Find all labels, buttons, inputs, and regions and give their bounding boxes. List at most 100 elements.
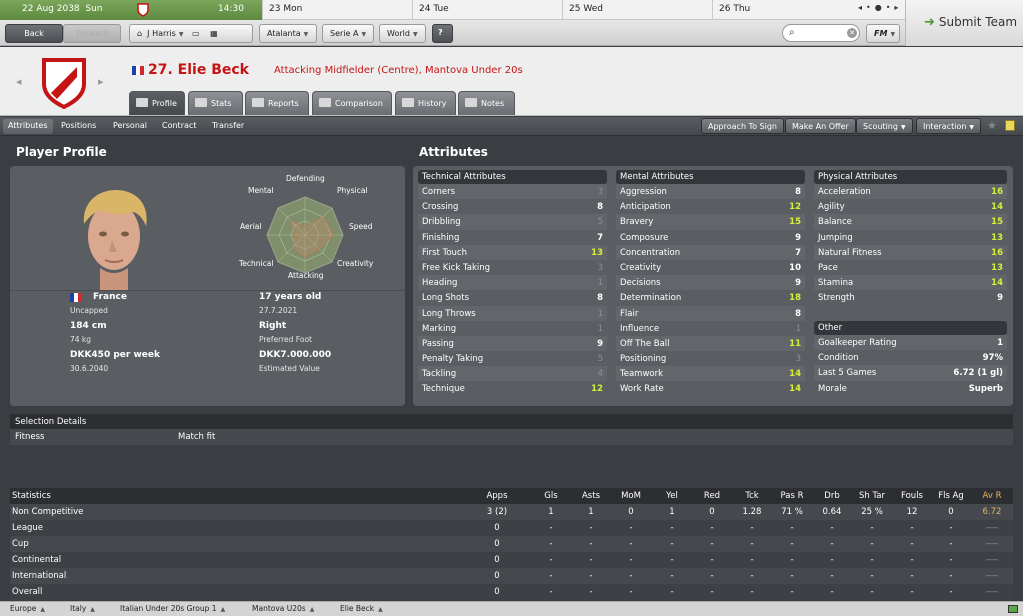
approach-to-sign-button[interactable]: Approach To Sign <box>701 118 784 134</box>
attribute-row: Free Kick Taking 3 <box>418 260 607 275</box>
breadcrumb-item[interactable]: Mantova U20s ▲ <box>252 604 314 613</box>
help-button[interactable]: ? <box>432 24 453 43</box>
manager-menu[interactable]: ⌂ J Harris ▼ ▭ ▦ <box>129 24 253 43</box>
attribute-name: Marking <box>422 323 457 334</box>
age: 17 years old <box>259 292 322 302</box>
subtab-positions[interactable]: Positions <box>56 119 101 134</box>
preferred-foot-label: Preferred Foot <box>259 335 312 344</box>
attribute-name: Determination <box>620 293 682 304</box>
status-icon[interactable] <box>1008 605 1018 613</box>
stat-cell: - <box>549 523 553 533</box>
breadcrumb-item[interactable]: Italy ▲ <box>70 604 95 613</box>
stat-cell: 0 <box>628 507 634 517</box>
attribute-name: Influence <box>620 323 660 334</box>
previous-arrow-icon[interactable]: ◂ <box>16 75 22 88</box>
breadcrumb-item[interactable]: Europe ▲ <box>10 604 45 613</box>
calendar-day[interactable]: 23 Mon <box>262 0 412 20</box>
stat-cell: ---- <box>985 523 999 533</box>
other-attributes: Other Goalkeeper Rating 1 Condition 97% Last… <box>814 321 1007 396</box>
attributes-panel: Technical Attributes Corners 3 Crossing 8 Dr… <box>413 166 1013 406</box>
make-offer-button[interactable]: Make An Offer <box>785 118 856 134</box>
fitness-row: Fitness Match fit <box>10 429 1013 445</box>
tab-stats[interactable]: Stats <box>188 91 243 115</box>
fitness-label: Fitness <box>15 432 45 442</box>
arrow-right-icon: ➜ <box>924 15 935 30</box>
stat-cell: - <box>790 587 794 597</box>
tab-notes[interactable]: Notes <box>458 91 515 115</box>
technical-attributes: Technical Attributes Corners 3 Crossing 8 Dr… <box>418 170 607 397</box>
tab-comparison[interactable]: Comparison <box>312 91 392 115</box>
wage: DKK450 per week <box>70 350 160 360</box>
submit-team-button[interactable]: ➜ Submit Team <box>905 0 1023 46</box>
attribute-value: 14 <box>991 278 1003 289</box>
subtab-transfer[interactable]: Transfer <box>207 119 249 134</box>
calendar-day[interactable]: 24 Tue <box>412 0 562 20</box>
stat-cell: - <box>750 555 754 565</box>
attribute-row: Condition 97% <box>814 350 1007 365</box>
attribute-value: 3 <box>795 354 801 365</box>
subtab-personal[interactable]: Personal <box>108 119 152 134</box>
attribute-value: 7 <box>795 247 801 258</box>
stat-cell: Gls <box>544 491 558 501</box>
next-arrow-icon[interactable]: ▸ <box>98 75 104 88</box>
stat-cell: - <box>750 587 754 597</box>
attribute-value: 10 <box>789 262 801 273</box>
attribute-name: Agility <box>818 202 845 213</box>
attribute-name: Work Rate <box>620 384 664 395</box>
stat-cell: - <box>549 571 553 581</box>
club-menu[interactable]: Atalanta ▼ <box>259 24 317 43</box>
calendar-bar: 22 Aug 2038 Sun 14:30 23 Mon 24 Tue 25 W… <box>0 0 1023 20</box>
world-menu[interactable]: World ▼ <box>379 24 426 43</box>
attribute-row: Strength 9 <box>814 290 1007 305</box>
stat-cell: - <box>589 523 593 533</box>
calendar-day[interactable]: 26 Thu <box>712 0 858 20</box>
tab-profile[interactable]: Profile <box>129 91 185 115</box>
league-menu[interactable]: Serie A ▼ <box>322 24 374 43</box>
attribute-value: 9 <box>597 338 603 349</box>
calendar-nav[interactable]: ◂•●•▸ <box>858 3 902 12</box>
breadcrumb-item[interactable]: Italian Under 20s Group 1 ▲ <box>120 604 225 613</box>
calendar-today[interactable]: 22 Aug 2038 Sun 14:30 <box>0 0 262 20</box>
stat-cell: - <box>670 571 674 581</box>
selection-details: Selection Details Fitness Match fit <box>10 414 1013 490</box>
calendar-day[interactable]: 25 Wed <box>562 0 712 20</box>
star-icon[interactable]: ★ <box>987 119 997 132</box>
fitness-value: Match fit <box>178 432 216 442</box>
stat-cell: - <box>870 555 874 565</box>
attribute-name: Morale <box>818 383 847 394</box>
tab-reports[interactable]: Reports <box>245 91 309 115</box>
attribute-value: 5 <box>597 354 603 365</box>
stat-cell: - <box>670 555 674 565</box>
interaction-menu[interactable]: Interaction ▼ <box>916 118 982 134</box>
physical-attributes-header: Physical Attributes <box>814 170 1007 184</box>
clear-icon[interactable]: ✕ <box>847 28 857 38</box>
fm-menu[interactable]: FM ▼ <box>866 24 900 43</box>
scouting-menu[interactable]: Scouting ▼ <box>856 118 913 134</box>
stat-cell: Pas R <box>780 491 804 501</box>
attribute-name: Aggression <box>620 187 667 197</box>
stat-cell: 0 <box>709 507 715 517</box>
search-input[interactable]: ⌕ ✕ <box>782 24 860 42</box>
attribute-row: Positioning 3 <box>616 351 805 366</box>
nationality-flag-icon <box>70 293 82 303</box>
attribute-name: Composure <box>620 232 669 243</box>
subtab-attributes[interactable]: Attributes <box>3 119 53 134</box>
today-date: 22 Aug 2038 Sun <box>22 4 103 14</box>
attribute-name: Heading <box>422 278 458 289</box>
tab-history[interactable]: History <box>395 91 456 115</box>
profile-icon <box>136 98 148 107</box>
subtab-contract[interactable]: Contract <box>157 119 201 134</box>
stat-cell: - <box>910 571 914 581</box>
breadcrumb-item[interactable]: Elie Beck ▲ <box>340 604 383 613</box>
attribute-row: Goalkeeper Rating 1 <box>814 335 1007 351</box>
stat-cell: MoM <box>621 491 641 501</box>
attribute-value: 1 <box>795 323 801 334</box>
stats-header-row: Statistics Apps Gls Asts MoM Yel Red Tck Pas R Dr… <box>10 488 1013 504</box>
attribute-value: 1 <box>997 338 1003 348</box>
stat-cell: - <box>750 523 754 533</box>
back-button[interactable]: Back <box>5 24 63 43</box>
attribute-row: Flair 8 <box>616 305 805 321</box>
attribute-value: 8 <box>597 293 603 304</box>
notes-icon[interactable] <box>1005 120 1015 131</box>
forward-button[interactable]: Forward <box>63 24 121 43</box>
